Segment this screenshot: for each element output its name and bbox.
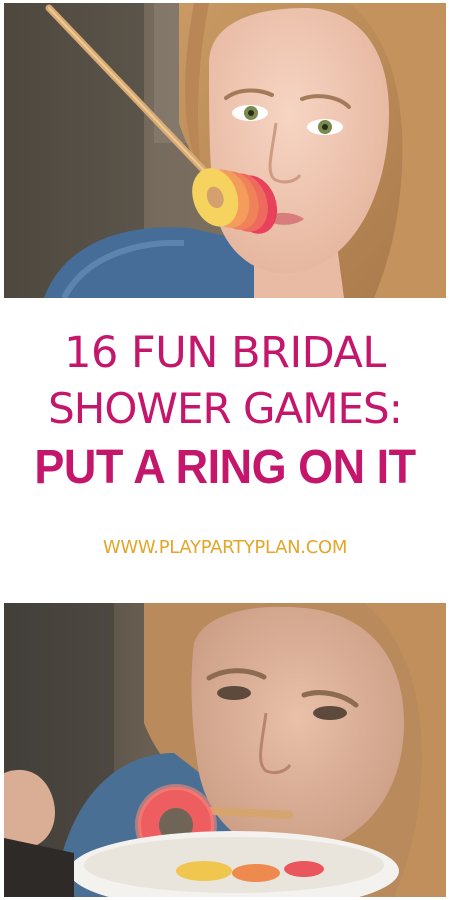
title-panel: 16 FUN BRIDAL SHOWER GAMES: PUT A RING O… [0,298,450,603]
top-photo [4,3,446,298]
headline-line-2: SHOWER GAMES: [48,384,403,433]
headline-line-1: 16 FUN BRIDAL [64,328,386,378]
bottom-photo-illustration [4,603,446,897]
headline-line-3: PUT A RING ON IT [34,438,416,494]
website-url: WWW.PLAYPARTYPLAN.COM [102,537,348,558]
top-photo-illustration [4,3,446,298]
bottom-photo [4,603,446,897]
